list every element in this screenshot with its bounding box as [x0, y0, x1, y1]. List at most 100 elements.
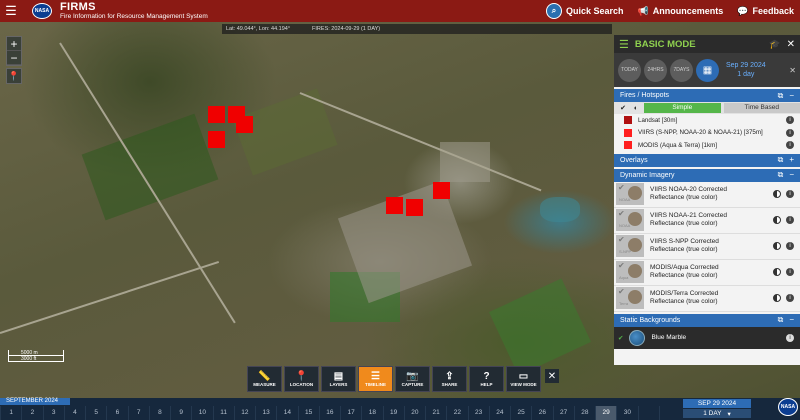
panel-close-icon[interactable]: ✕ [787, 39, 795, 50]
hamburger-icon[interactable]: ☰ [0, 0, 22, 22]
checkmark-icon[interactable]: ✔ [618, 210, 625, 218]
info-icon[interactable]: i [786, 216, 794, 224]
nasa-logo-small[interactable]: NASA [778, 398, 798, 416]
info-icon[interactable]: i [786, 128, 794, 137]
dynamic-layer-row[interactable]: ✔ Aqua MODIS/Aqua Corrected Reflectance (tr… [614, 260, 800, 286]
timeline-day[interactable]: 24 [488, 406, 510, 420]
info-icon[interactable]: i [786, 116, 794, 125]
layer-thumbnail[interactable]: ✔ NOAA [616, 183, 644, 205]
fire-hotspot[interactable] [208, 106, 225, 123]
timeline-day[interactable]: 6 [106, 406, 127, 420]
timeline-day[interactable]: 7 [127, 406, 149, 420]
checkmark-icon[interactable]: ✔ [618, 103, 628, 113]
timeline-day[interactable]: 30 [616, 406, 637, 420]
checkmark-icon[interactable]: ✔ [618, 334, 623, 342]
tool-timeline-button[interactable]: ☰ TIMELINE [358, 366, 393, 392]
layer-thumbnail[interactable]: ✔ S-NPP [616, 235, 644, 257]
collapse-icon[interactable]: − [789, 170, 794, 180]
fire-layer-row[interactable]: Landsat [30m] i [614, 114, 800, 127]
fire-hotspot[interactable] [386, 197, 403, 214]
dynamic-layer-row[interactable]: ✔ NOAA VIIRS NOAA-21 Corrected Reflectance … [614, 208, 800, 234]
timeline-day[interactable]: 23 [467, 406, 489, 420]
timeline-day[interactable]: 14 [276, 406, 297, 420]
tool-view-mode-button[interactable]: ▭ VIEW MODE [506, 366, 541, 392]
announcements-button[interactable]: 📢 Announcements [638, 6, 724, 17]
timeline-day[interactable]: 16 [318, 406, 340, 420]
timeline-day[interactable]: 18 [361, 406, 382, 420]
tool-measure-button[interactable]: 📏 MEASURE [247, 366, 282, 392]
tool-help-button[interactable]: ? HELP [469, 366, 504, 392]
today-button[interactable]: TODAY [618, 58, 641, 82]
timeline-day[interactable]: 2 [21, 406, 42, 420]
tab-simple[interactable]: Simple [644, 103, 721, 113]
timeline-day[interactable] [658, 406, 680, 420]
info-icon[interactable]: i [786, 333, 794, 342]
timeline-day[interactable]: 19 [382, 406, 404, 420]
24hrs-button[interactable]: 24HRS [644, 58, 667, 82]
timeline-day[interactable]: 25 [510, 406, 531, 420]
dynamic-layer-row[interactable]: ✔ S-NPP VIIRS S-NPP Corrected Reflectance (… [614, 234, 800, 260]
opacity-icon[interactable] [773, 216, 781, 224]
section-fires[interactable]: Fires / Hotspots ⧉ − [614, 89, 800, 102]
7days-button[interactable]: 7DAYS [670, 58, 693, 82]
layer-thumbnail[interactable]: ✔ Aqua [616, 261, 644, 283]
collapse-icon[interactable]: − [789, 91, 794, 101]
layer-color-swatch[interactable] [624, 128, 632, 137]
fire-hotspot[interactable] [406, 199, 423, 216]
timeline-day[interactable]: 4 [63, 406, 85, 420]
timeline-range-select[interactable]: 1 DAY ▾ [683, 409, 751, 418]
section-overlays[interactable]: Overlays ⧉ + [614, 153, 800, 167]
layer-thumbnail[interactable]: ✔ NOAA [616, 209, 644, 231]
timeline-day[interactable]: 27 [552, 406, 574, 420]
checkmark-icon[interactable]: ✔ [618, 236, 625, 244]
fire-hotspot[interactable] [433, 182, 450, 199]
timeline-day[interactable]: 28 [573, 406, 595, 420]
section-dynamic[interactable]: Dynamic Imagery ⧉ − [614, 168, 800, 182]
timeline-day[interactable]: 29 [595, 406, 617, 420]
tab-time-based[interactable]: Time Based [723, 103, 800, 113]
timeline-day[interactable]: 1 [0, 406, 21, 420]
timeline-day[interactable] [637, 406, 659, 420]
checkmark-icon[interactable]: ✔ [618, 262, 625, 270]
section-static[interactable]: Static Backgrounds ⧉ − [614, 313, 800, 327]
tool-layers-button[interactable]: ▤ LAYERS [321, 366, 356, 392]
quick-search-button[interactable]: ⌕ Quick Search [545, 3, 624, 19]
geolocate-button[interactable]: 📍 [6, 68, 22, 84]
contrast-icon[interactable]: ◐ [631, 103, 641, 113]
opacity-icon[interactable] [773, 268, 781, 276]
timeline-day[interactable]: 13 [255, 406, 276, 420]
info-icon[interactable]: i [786, 141, 794, 150]
copy-icon[interactable]: ⧉ [778, 315, 784, 325]
static-layer-row[interactable]: ✔ Blue Marble i [614, 326, 800, 349]
timeline-day[interactable]: 22 [446, 406, 467, 420]
tool-capture-button[interactable]: 📷 CAPTURE [395, 366, 430, 392]
graduation-cap-icon[interactable]: 🎓 [769, 39, 780, 50]
toolbar-close-button[interactable]: ✕ [545, 369, 559, 383]
timeline-day[interactable]: 3 [42, 406, 64, 420]
zoom-out-button[interactable]: − [7, 51, 21, 65]
timeline-current-date[interactable]: SEP 29 2024 [683, 399, 751, 408]
copy-icon[interactable]: ⧉ [778, 91, 784, 101]
layer-color-swatch[interactable] [624, 116, 632, 125]
info-icon[interactable]: i [786, 294, 794, 302]
fire-hotspot[interactable] [208, 131, 225, 148]
layer-color-swatch[interactable] [624, 141, 632, 150]
fire-hotspot[interactable] [236, 116, 253, 133]
info-icon[interactable]: i [786, 242, 794, 250]
timeline-day[interactable]: 12 [233, 406, 255, 420]
timeline-day[interactable]: 21 [425, 406, 446, 420]
panel-menu-icon[interactable]: ☰ [619, 38, 629, 51]
checkmark-icon[interactable]: ✔ [618, 184, 625, 192]
fire-layer-row[interactable]: MODIS (Aqua & Terra) [1km] i [614, 139, 800, 152]
checkmark-icon[interactable]: ✔ [618, 288, 625, 296]
opacity-icon[interactable] [773, 190, 781, 198]
timeline-day[interactable]: 5 [85, 406, 106, 420]
copy-icon[interactable]: ⧉ [778, 170, 784, 180]
info-icon[interactable]: i [786, 190, 794, 198]
dynamic-layer-row[interactable]: ✔ Terra MODIS/Terra Corrected Reflectance (… [614, 286, 800, 312]
dynamic-layer-row[interactable]: ✔ NOAA VIIRS NOAA-20 Corrected Reflectance … [614, 182, 800, 208]
collapse-icon[interactable]: − [789, 315, 794, 325]
layer-thumbnail[interactable]: ✔ Terra [616, 287, 644, 309]
timeline-day[interactable]: 20 [403, 406, 425, 420]
zoom-in-button[interactable]: + [7, 37, 21, 51]
